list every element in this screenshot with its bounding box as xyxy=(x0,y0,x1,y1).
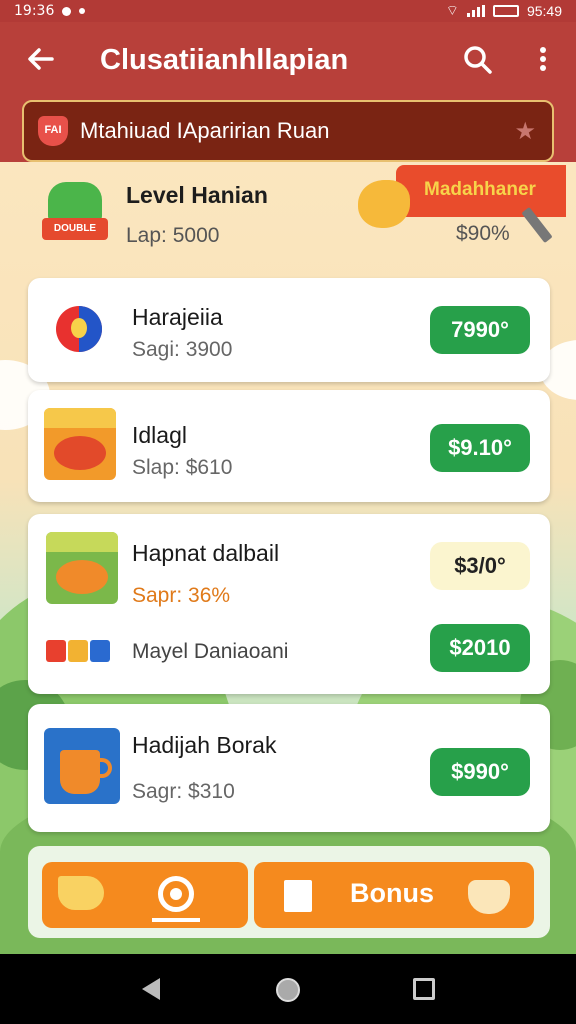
mini-badge-icon xyxy=(46,640,116,666)
item-sub: Sagr: $310 xyxy=(132,780,235,803)
level-title: Level Hanian xyxy=(126,182,268,208)
level-ribbon[interactable]: Madahhaner xyxy=(396,165,566,217)
more-vert-icon xyxy=(540,47,546,53)
rewards-button[interactable] xyxy=(42,862,248,928)
status-clock-right: 95:49 xyxy=(526,3,562,19)
level-subtitle: Lap: 5000 xyxy=(126,224,220,247)
wifi-icon: ⌔ xyxy=(445,2,459,18)
app-bar: Clusatiianhllapian FAI Mtahiuad IApariri… xyxy=(0,22,576,162)
bonus-label: Bonus xyxy=(350,878,434,908)
signal-icon xyxy=(466,5,485,17)
page-title: Clusatiianhllapian xyxy=(100,44,349,76)
list-item[interactable]: Hadijah Borak Sagr: $310 $990° xyxy=(28,704,550,832)
book-icon xyxy=(284,880,312,912)
search-icon xyxy=(464,46,492,74)
buy-button[interactable]: $9.10° xyxy=(430,424,530,472)
notification-icon xyxy=(62,6,72,16)
item-name: Idlagl xyxy=(132,422,187,448)
search-button[interactable] xyxy=(462,44,494,76)
target-icon xyxy=(158,876,194,912)
buy-extra-button[interactable]: $2010 xyxy=(430,624,530,672)
battery-icon xyxy=(492,5,519,17)
status-bar: 19:36 ⌔ 95:49 xyxy=(0,0,576,22)
item-extra-label: Mayel Daniaoani xyxy=(132,640,289,663)
nav-home-icon[interactable] xyxy=(276,978,300,1002)
back-button[interactable] xyxy=(24,42,58,76)
promo-banner[interactable]: FAI Mtahiuad IAparirian Ruan ★ xyxy=(22,100,554,162)
item-sub: Sapr: 36% xyxy=(132,584,231,607)
buy-button[interactable]: $990° xyxy=(430,748,530,796)
arrow-left-icon xyxy=(28,48,54,70)
level-price: $90% xyxy=(456,222,510,245)
game-logo-icon xyxy=(56,306,102,352)
status-time: 19:36 xyxy=(14,3,55,19)
level-header: DOUBLE Level Hanian Lap: 5000 Madahhaner… xyxy=(0,162,576,270)
food-box-icon xyxy=(44,408,116,480)
trophy-icon xyxy=(468,880,510,914)
system-nav-bar xyxy=(0,954,576,1024)
item-name: Harajeiia xyxy=(132,304,223,330)
item-sub: Sagi: 3900 xyxy=(132,338,233,361)
notification-dot-icon xyxy=(79,8,86,14)
more-menu-button[interactable] xyxy=(532,44,554,76)
level-badge-icon: DOUBLE xyxy=(42,182,108,246)
nav-recents-icon[interactable] xyxy=(413,978,435,1000)
star-icon[interactable]: ★ xyxy=(514,117,536,146)
list-item[interactable]: Hapnat dalbail Sapr: 36% $3/0° Mayel Dan… xyxy=(28,514,550,694)
list-item[interactable]: Idlagl Slap: $610 $9.10° xyxy=(28,390,550,502)
gift-icon xyxy=(58,876,104,910)
splash-icon xyxy=(358,180,410,228)
buy-button[interactable]: $3/0° xyxy=(430,542,530,590)
level-badge-text: DOUBLE xyxy=(42,218,108,240)
item-sub: Slap: $610 xyxy=(132,456,233,479)
banner-text: Mtahiuad IAparirian Ruan xyxy=(80,118,330,143)
selected-indicator xyxy=(152,918,200,922)
buy-button[interactable]: 7990° xyxy=(430,306,530,354)
item-name: Hapnat dalbail xyxy=(132,540,280,566)
bonus-button[interactable]: Bonus xyxy=(254,862,534,928)
cup-icon xyxy=(44,728,120,804)
nav-back-icon[interactable] xyxy=(142,978,160,1000)
item-name: Hadijah Borak xyxy=(132,732,277,758)
list-item[interactable]: Harajeiia Sagi: 3900 7990° xyxy=(28,278,550,382)
snack-box-icon xyxy=(46,532,118,604)
shield-icon: FAI xyxy=(38,116,68,146)
